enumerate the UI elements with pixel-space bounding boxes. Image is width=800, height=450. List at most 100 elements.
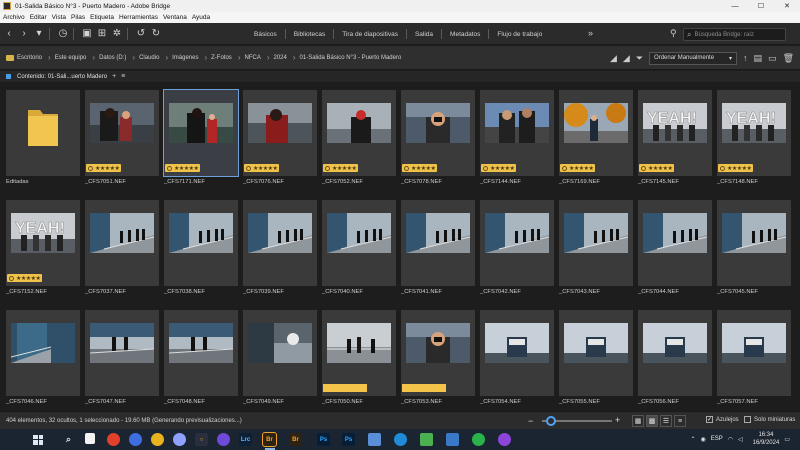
azulejos-checkbox[interactable]: ✓ Azulejos: [706, 416, 739, 423]
back-arrow-icon[interactable]: ‹: [3, 28, 15, 39]
lightroom-classic-icon[interactable]: Lrc: [239, 433, 252, 446]
quality-icon[interactable]: ◢: [610, 53, 617, 64]
thumbnail-item[interactable]: _CFS7043.NEF: [559, 200, 635, 308]
workspace-metadatos[interactable]: Metadatos: [442, 23, 488, 45]
get-photos-icon[interactable]: ▣: [81, 28, 93, 39]
windows-start-icon[interactable]: [33, 434, 43, 445]
thumbnail-item[interactable]: _CFS7040.NEF: [322, 200, 398, 308]
thumbnail-tile[interactable]: [322, 310, 396, 396]
thumbnail-tile[interactable]: [243, 310, 317, 396]
panel-menu-button[interactable]: ≡: [121, 73, 125, 80]
solo-miniaturas-checkbox[interactable]: Solo miniaturas: [744, 416, 795, 423]
thumbnail-item[interactable]: _CFS7049.NEF: [243, 310, 319, 418]
thumbnail-item[interactable]: _CFS7037.NEF: [85, 200, 161, 308]
star-rating[interactable]: ★★★★★: [323, 164, 359, 172]
breadcrumb-item[interactable]: Imágenes ›: [172, 53, 207, 62]
breadcrumb-item[interactable]: NFCA ›: [244, 53, 269, 62]
recent-files-icon[interactable]: ◷: [57, 28, 69, 39]
workspace-tira-diapositivas[interactable]: Tira de diapositivas: [334, 23, 406, 45]
photoshop-icon[interactable]: Ps: [317, 433, 330, 446]
thumbnail-tile[interactable]: [638, 310, 712, 396]
app-store-icon[interactable]: [446, 433, 459, 446]
star-rating[interactable]: ★★★★★: [165, 164, 201, 172]
breadcrumb-item[interactable]: Datos (D:) ›: [99, 53, 135, 62]
thumbnail-tile[interactable]: [164, 200, 238, 286]
thumbnail-item[interactable]: _CFS7047.NEF: [85, 310, 161, 418]
thumbnail-tile[interactable]: [717, 200, 791, 286]
thumbnail-item[interactable]: ★★★★★ _CFS7171.NEF: [163, 89, 240, 198]
star-rating[interactable]: ★★★★★: [86, 164, 122, 172]
volume-icon[interactable]: ◁: [738, 436, 743, 443]
breadcrumb-item[interactable]: Z-Fotos ›: [211, 53, 240, 62]
star-rating[interactable]: ★★★★★: [560, 164, 596, 172]
thumbnail-tile[interactable]: [638, 200, 712, 286]
thumbnail-item[interactable]: _CFS7054.NEF: [480, 310, 556, 418]
thumbnail-tile[interactable]: ★★★★★: [322, 90, 396, 176]
minimize-button[interactable]: —: [722, 0, 748, 12]
thumbnail-item[interactable]: _CFS7039.NEF: [243, 200, 319, 308]
thumbnail-tile[interactable]: YEAH! ★★★★★: [638, 90, 712, 176]
thumbnail-item[interactable]: _CFS7055.NEF: [559, 310, 635, 418]
breadcrumb-item[interactable]: Claudio ›: [139, 53, 168, 62]
task-view-icon[interactable]: [85, 433, 95, 444]
zoom-out-button[interactable]: −: [528, 416, 533, 426]
firefox-icon[interactable]: [129, 433, 142, 446]
menu-archivo[interactable]: Archivo: [3, 14, 25, 21]
thumbnail-tile[interactable]: [480, 200, 554, 286]
thumbnail-item[interactable]: ★★★★★ _CFS7052.NEF: [322, 90, 398, 198]
wifi-icon[interactable]: ◠: [728, 436, 733, 443]
bridge-search-input[interactable]: ⌕ Búsqueda Bridge: raíz: [683, 28, 786, 41]
thumbnail-item[interactable]: _CFS7038.NEF: [164, 200, 240, 308]
menu-herramientas[interactable]: Herramientas: [119, 14, 158, 21]
app-violet-icon[interactable]: [217, 433, 230, 446]
thumbnail-tile[interactable]: [243, 200, 317, 286]
thumbnail-item[interactable]: _CFS7045.NEF: [717, 200, 793, 308]
thumbnail-tile[interactable]: [559, 200, 633, 286]
bridge-icon[interactable]: Br: [262, 432, 277, 447]
thumbnail-item[interactable]: _CFS7053.NEF: [401, 310, 477, 418]
thumbnail-item[interactable]: YEAH! ★★★★★ _CFS7148.NEF: [717, 90, 793, 198]
thumbnail-item[interactable]: _CFS7042.NEF: [480, 200, 556, 308]
thumbnail-item[interactable]: YEAH! ★★★★★ _CFS7145.NEF: [638, 90, 714, 198]
breadcrumb-item[interactable]: 2024 ›: [274, 53, 296, 62]
thumbnail-tile[interactable]: [6, 90, 80, 176]
menu-editar[interactable]: Editar: [30, 14, 47, 21]
list-view-icon[interactable]: ≡: [674, 415, 686, 427]
details-view-icon[interactable]: ☰: [660, 415, 672, 427]
thumbnail-item[interactable]: _CFS7041.NEF: [401, 200, 477, 308]
clock[interactable]: 16:34 16/9/2024: [748, 431, 780, 447]
thumbnail-tile[interactable]: [164, 310, 238, 396]
sort-select[interactable]: Ordenar Manualmente ▾: [649, 51, 738, 65]
thumbnail-tile[interactable]: [85, 200, 159, 286]
app-red-icon[interactable]: [107, 433, 120, 446]
chrome-icon[interactable]: [151, 433, 164, 446]
thumbnail-tile[interactable]: YEAH! ★★★★★: [6, 200, 80, 286]
thumbnail-tile[interactable]: ★★★★★: [559, 90, 633, 176]
app-chrome-canary-icon[interactable]: [173, 433, 186, 446]
trash-icon[interactable]: 🗑: [783, 53, 794, 64]
sort-direction-icon[interactable]: ↑: [743, 53, 748, 63]
thumbnail-item[interactable]: _CFS7056.NEF: [638, 310, 714, 418]
thumbnail-tile[interactable]: ★★★★★: [85, 90, 159, 176]
photoshop-icon[interactable]: Ps: [342, 433, 355, 446]
creative-cloud-icon[interactable]: ✲: [111, 28, 123, 39]
thumbnail-tile[interactable]: ★★★★★: [163, 89, 239, 177]
thumbnail-item[interactable]: _CFS7044.NEF: [638, 200, 714, 308]
star-rating[interactable]: ★★★★★: [481, 164, 517, 172]
thumbnail-tile[interactable]: [717, 310, 791, 396]
app-blue-icon[interactable]: [368, 433, 381, 446]
refine-icon[interactable]: ⊞: [96, 28, 108, 39]
menu-ventana[interactable]: Ventana: [163, 14, 187, 21]
bridge-icon[interactable]: Br: [289, 433, 302, 446]
rotate-right-icon[interactable]: ↻: [150, 28, 162, 39]
star-rating[interactable]: ★★★★★: [718, 164, 754, 172]
thumbnail-item[interactable]: _CFS7048.NEF: [164, 310, 240, 418]
app-tray-icon[interactable]: ◉: [700, 436, 705, 443]
filter-icon[interactable]: ⏷: [636, 53, 643, 64]
search-app-icon[interactable]: ○: [195, 433, 208, 446]
workspace-salida[interactable]: Salida: [407, 23, 441, 45]
thumbnail-tile[interactable]: [559, 310, 633, 396]
thumbnail-tile[interactable]: [322, 200, 396, 286]
star-rating[interactable]: ★★★★★: [244, 164, 280, 172]
zoom-in-button[interactable]: +: [615, 415, 620, 425]
